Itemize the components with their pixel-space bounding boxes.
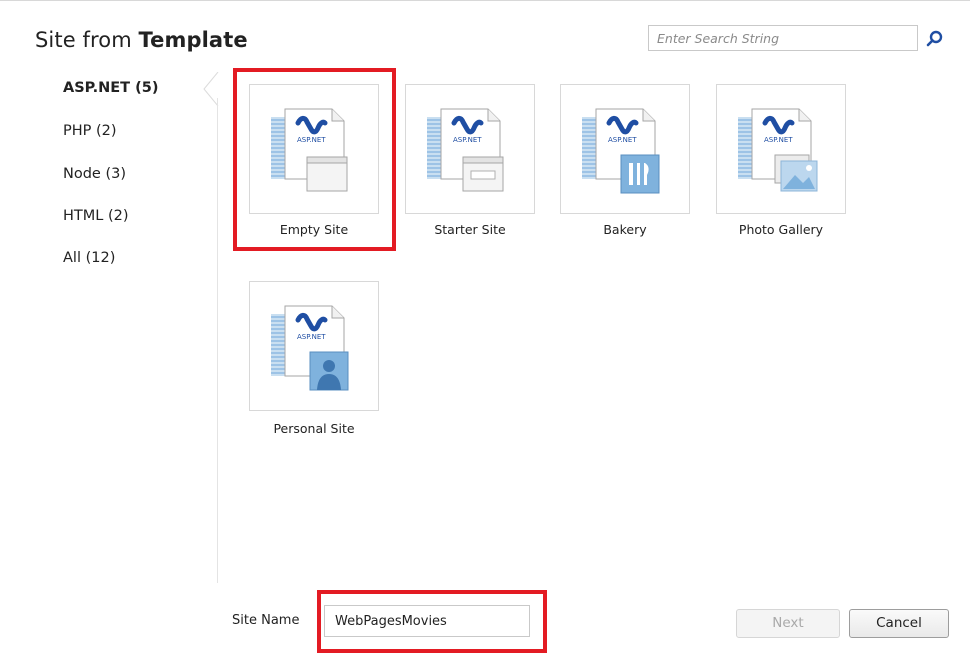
title-bold: Template <box>138 28 248 52</box>
empty-site-highlight-box <box>233 68 396 251</box>
next-button[interactable]: Next <box>736 609 840 638</box>
top-border <box>0 0 970 1</box>
svg-text:ASP.NET: ASP.NET <box>764 136 793 144</box>
site-name-label: Site Name <box>232 613 300 628</box>
title-prefix: Site from <box>35 28 132 52</box>
category-all[interactable]: All (12) <box>63 250 115 266</box>
template-tile-photo-gallery[interactable]: ASP.NET <box>716 84 846 214</box>
starter-site-icon: ASP.NET <box>426 105 504 192</box>
personal-site-icon: ASP.NET <box>270 302 349 391</box>
template-label-personal-site: Personal Site <box>273 421 355 436</box>
template-label-bakery: Bakery <box>603 222 647 237</box>
search-icon[interactable] <box>924 28 946 50</box>
bakery-icon: ASP.NET <box>581 105 660 194</box>
template-label-starter-site: Starter Site <box>434 222 506 237</box>
search-input[interactable] <box>648 25 918 51</box>
category-php[interactable]: PHP (2) <box>63 123 117 139</box>
svg-text:ASP.NET: ASP.NET <box>453 136 482 144</box>
template-tile-starter-site[interactable]: ASP.NET <box>405 84 535 214</box>
dialog-title: Site from Template <box>35 28 248 52</box>
category-divider <box>217 98 218 583</box>
template-tile-personal-site[interactable]: ASP.NET <box>249 281 379 411</box>
template-tile-bakery[interactable]: ASP.NET <box>560 84 690 214</box>
category-html[interactable]: HTML (2) <box>63 208 129 224</box>
template-label-photo-gallery: Photo Gallery <box>738 222 824 237</box>
site-name-highlight-box <box>317 590 547 653</box>
svg-text:ASP.NET: ASP.NET <box>297 333 326 341</box>
category-node[interactable]: Node (3) <box>63 166 126 182</box>
photo-gallery-icon: ASP.NET <box>737 105 818 192</box>
category-aspnet[interactable]: ASP.NET (5) <box>63 80 158 96</box>
cancel-button[interactable]: Cancel <box>849 609 949 638</box>
svg-text:ASP.NET: ASP.NET <box>608 136 637 144</box>
